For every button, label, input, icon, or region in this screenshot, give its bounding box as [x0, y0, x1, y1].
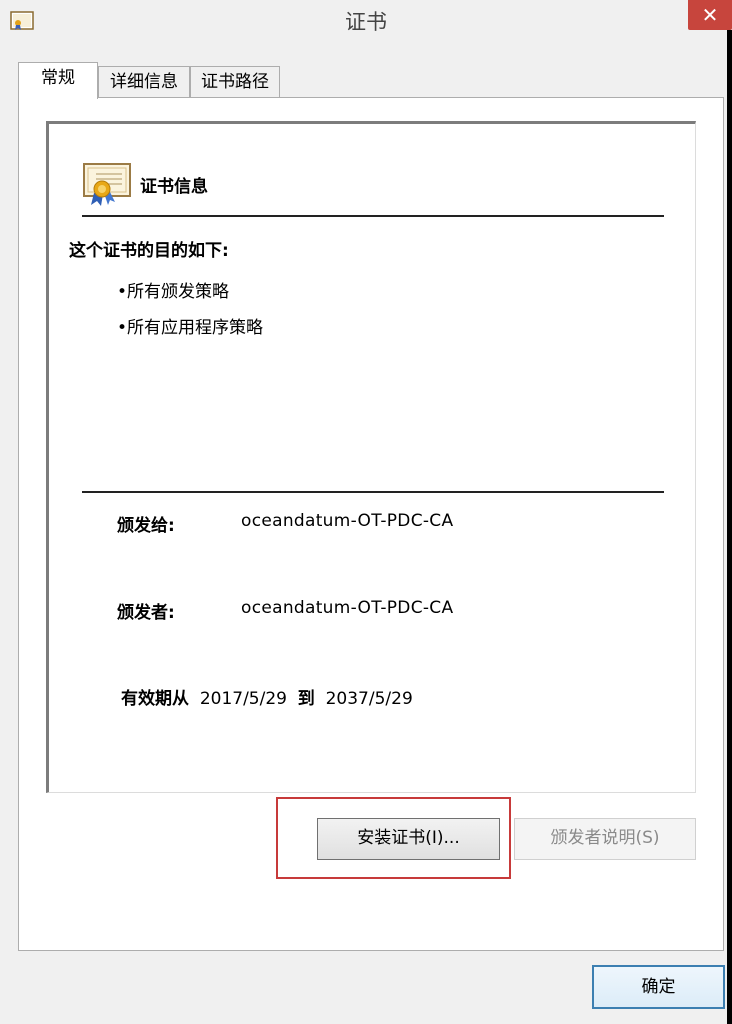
purpose-item: •所有颁发策略	[117, 282, 230, 302]
divider	[82, 215, 664, 217]
issued-by-label: 颁发者:	[117, 603, 175, 623]
tab-general[interactable]: 常规	[18, 62, 98, 99]
issued-to-value: oceandatum-OT-PDC-CA	[241, 511, 454, 531]
ok-button[interactable]: 确定	[592, 965, 725, 1009]
issued-to-label: 颁发给:	[117, 516, 175, 536]
certificate-info-box: 证书信息 这个证书的目的如下: •所有颁发策略 •所有应用程序策略 颁发给: o…	[46, 121, 696, 793]
window-edge	[727, 30, 732, 1024]
valid-from-date: 2017/5/29	[199, 689, 287, 709]
certificate-ribbon-icon	[83, 163, 131, 206]
title-bar[interactable]: 证书 ✕	[0, 0, 732, 44]
validity-row: 有效期从 2017/5/29 到 2037/5/29	[121, 684, 413, 709]
issuer-statement-button[interactable]: 颁发者说明(S)	[514, 818, 696, 860]
issued-by-value: oceandatum-OT-PDC-CA	[241, 598, 454, 618]
purpose-item: •所有应用程序策略	[117, 318, 264, 338]
window-title: 证书	[345, 10, 387, 34]
close-button[interactable]: ✕	[688, 0, 732, 30]
install-certificate-button[interactable]: 安装证书(I)...	[317, 818, 500, 860]
tab-details[interactable]: 详细信息	[98, 66, 190, 99]
certificate-info-title: 证书信息	[140, 177, 208, 197]
purpose-heading: 这个证书的目的如下:	[69, 241, 229, 261]
certificate-dialog: 证书 ✕ 常规 详细信息 证书路径 证书信息 这个证书的目的如下: •所有颁发策…	[0, 0, 732, 1024]
valid-to-label: 到	[297, 689, 315, 709]
divider	[82, 491, 664, 493]
tab-certification-path[interactable]: 证书路径	[190, 66, 280, 99]
valid-to-date: 2037/5/29	[325, 689, 413, 709]
valid-from-label: 有效期从	[121, 689, 189, 709]
close-icon: ✕	[701, 3, 719, 27]
